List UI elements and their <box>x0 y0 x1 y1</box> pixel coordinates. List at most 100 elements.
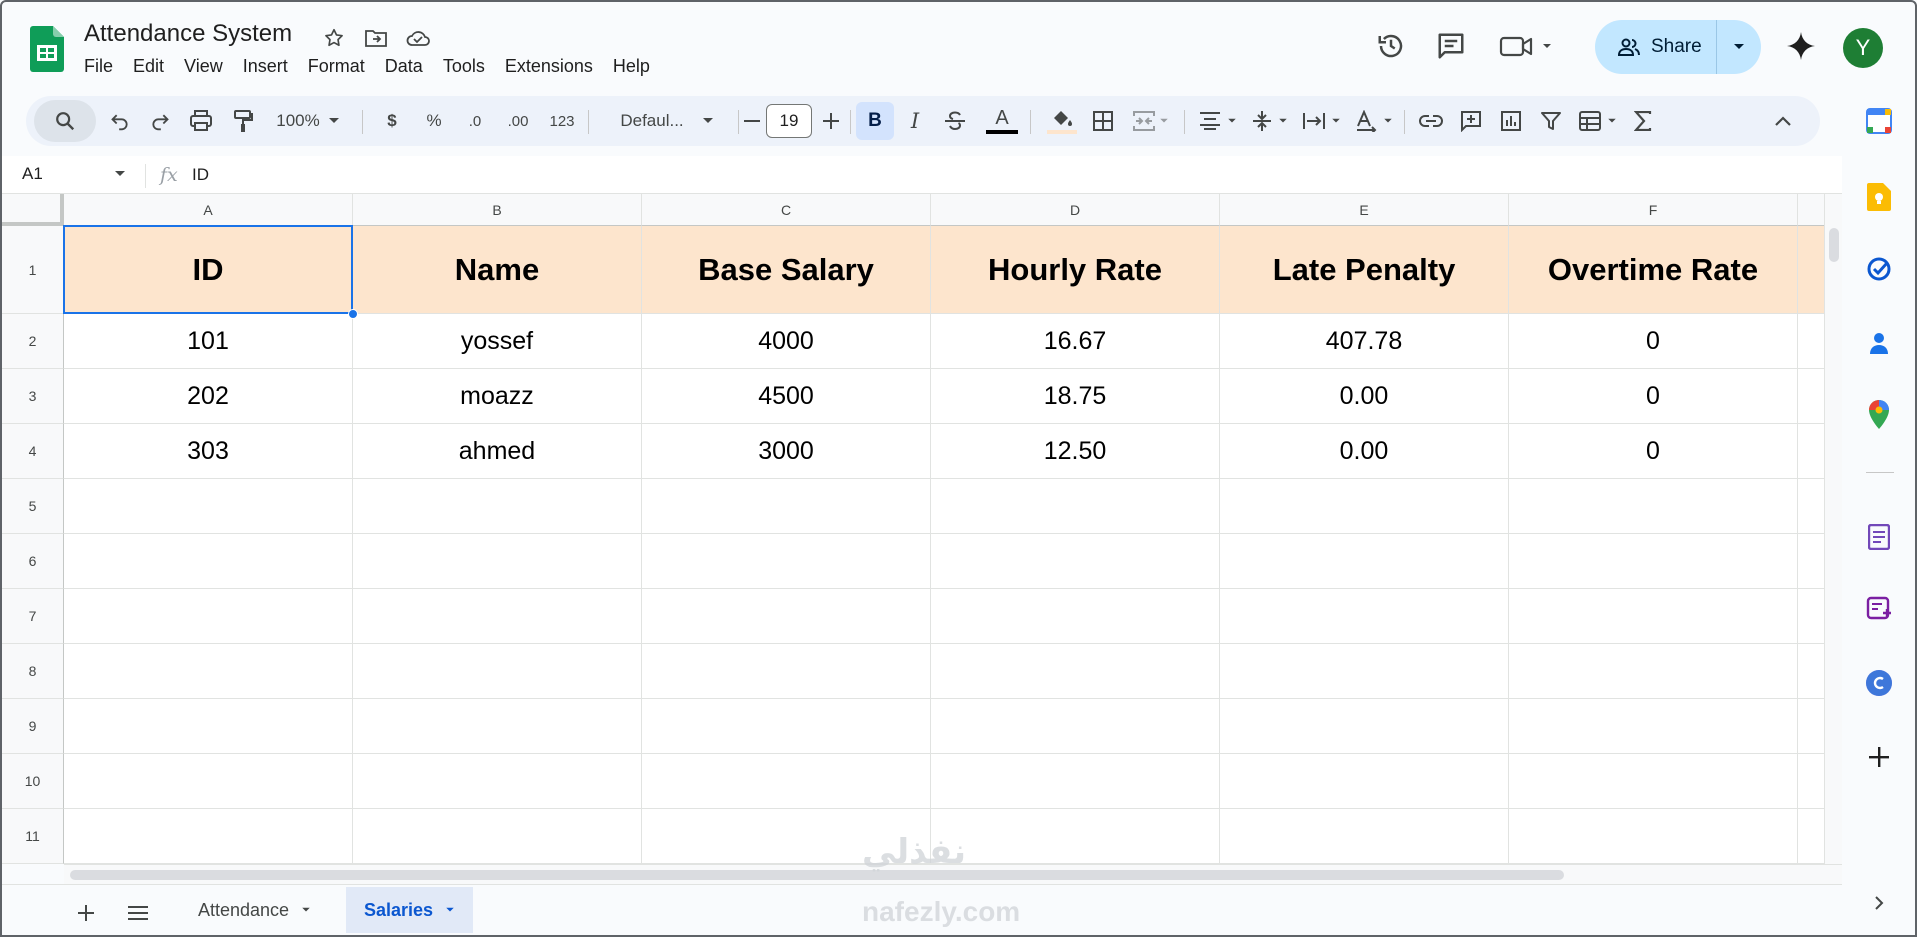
functions-icon[interactable] <box>1626 96 1660 146</box>
decrease-font-size-icon[interactable] <box>740 96 764 146</box>
empty-cell[interactable] <box>1220 809 1509 864</box>
row-header-5[interactable]: 5 <box>2 479 64 534</box>
empty-cell[interactable] <box>1220 644 1509 699</box>
column-header-a[interactable]: A <box>64 194 353 226</box>
keep-icon[interactable] <box>1864 182 1894 212</box>
table-cell[interactable]: 303 <box>64 424 353 479</box>
empty-cell[interactable] <box>642 479 931 534</box>
forms-icon[interactable] <box>1864 522 1894 552</box>
text-rotation-icon[interactable] <box>1350 96 1398 146</box>
table-view-icon[interactable] <box>1574 96 1622 146</box>
font-family-select[interactable]: Defaul... <box>600 96 734 146</box>
merge-cells-icon[interactable] <box>1126 96 1176 146</box>
column-header-c[interactable]: C <box>642 194 931 226</box>
table-cell[interactable]: ahmed <box>353 424 642 479</box>
row-header-2[interactable]: 2 <box>2 314 64 369</box>
empty-cell[interactable] <box>353 699 642 754</box>
fill-color-icon[interactable] <box>1042 96 1082 146</box>
table-cell[interactable]: 0 <box>1509 314 1798 369</box>
column-header-d[interactable]: D <box>931 194 1220 226</box>
table-cell[interactable]: moazz <box>353 369 642 424</box>
insert-link-icon[interactable] <box>1414 96 1448 146</box>
formula-input[interactable]: ID <box>192 165 209 185</box>
vertical-align-icon[interactable] <box>1246 96 1294 146</box>
history-icon[interactable] <box>1375 30 1407 62</box>
insert-chart-icon[interactable] <box>1494 96 1528 146</box>
empty-cell[interactable] <box>931 589 1220 644</box>
decrease-decimal-button[interactable]: .0 <box>458 96 492 146</box>
collapse-toolbar-icon[interactable] <box>1766 96 1800 146</box>
expand-icon[interactable] <box>1864 888 1894 918</box>
empty-cell[interactable] <box>642 589 931 644</box>
empty-cell[interactable] <box>1509 534 1798 589</box>
table-cell[interactable]: 0 <box>1509 369 1798 424</box>
increase-font-size-icon[interactable] <box>816 96 846 146</box>
empty-cell[interactable] <box>64 589 353 644</box>
star-icon[interactable] <box>320 24 348 52</box>
row-header-7[interactable]: 7 <box>2 589 64 644</box>
row-header-4[interactable]: 4 <box>2 424 64 479</box>
table-cell[interactable]: 3000 <box>642 424 931 479</box>
fill-handle[interactable] <box>348 309 358 319</box>
horizontal-scroll-thumb[interactable] <box>70 870 1564 880</box>
menu-format[interactable]: Format <box>298 54 375 79</box>
text-color-button[interactable]: A <box>982 96 1022 146</box>
document-title[interactable]: Attendance System <box>84 20 292 48</box>
empty-cell[interactable] <box>1220 589 1509 644</box>
header-cell[interactable]: Name <box>353 226 642 314</box>
empty-cell[interactable] <box>353 644 642 699</box>
table-cell[interactable]: 0.00 <box>1220 424 1509 479</box>
row-header-1[interactable]: 1 <box>2 226 64 314</box>
maps-icon[interactable] <box>1864 400 1894 430</box>
empty-cell[interactable] <box>931 644 1220 699</box>
appsheet-icon[interactable] <box>1864 594 1894 624</box>
table-cell[interactable]: 18.75 <box>931 369 1220 424</box>
header-cell[interactable]: Late Penalty <box>1220 226 1509 314</box>
menu-file[interactable]: File <box>84 54 123 79</box>
menu-extensions[interactable]: Extensions <box>495 54 603 79</box>
spreadsheet-grid[interactable]: A B C D E F 1 ID Name Base Salary Hourly Rate Late … <box>2 194 1842 864</box>
share-button[interactable]: Share <box>1595 20 1761 74</box>
cloud-saved-icon[interactable] <box>404 24 432 52</box>
chevron-down-icon[interactable] <box>301 907 311 913</box>
menu-tools[interactable]: Tools <box>433 54 495 79</box>
currency-format-button[interactable]: $ <box>376 96 408 146</box>
empty-cell[interactable] <box>1509 699 1798 754</box>
header-cell[interactable]: Base Salary <box>642 226 931 314</box>
more-formats-button[interactable]: 123 <box>542 96 582 146</box>
empty-cell[interactable] <box>353 589 642 644</box>
chevron-down-icon[interactable] <box>114 170 126 178</box>
strikethrough-icon[interactable] <box>938 96 972 146</box>
empty-cell[interactable] <box>64 699 353 754</box>
empty-cell[interactable] <box>353 479 642 534</box>
paint-format-icon[interactable] <box>226 96 260 146</box>
add-icon[interactable] <box>1864 742 1894 772</box>
contacts-icon[interactable] <box>1864 328 1894 358</box>
font-size-input[interactable]: 19 <box>766 104 812 138</box>
avatar[interactable]: Y <box>1843 28 1883 68</box>
row-header-8[interactable]: 8 <box>2 644 64 699</box>
menu-view[interactable]: View <box>174 54 233 79</box>
empty-cell[interactable] <box>64 754 353 809</box>
percent-format-button[interactable]: % <box>418 96 450 146</box>
empty-cell[interactable] <box>931 809 1220 864</box>
row-header-9[interactable]: 9 <box>2 699 64 754</box>
text-wrapping-icon[interactable] <box>1298 96 1346 146</box>
table-cell[interactable]: 202 <box>64 369 353 424</box>
menu-edit[interactable]: Edit <box>123 54 174 79</box>
vertical-scroll-thumb[interactable] <box>1829 228 1839 262</box>
empty-cell[interactable] <box>642 699 931 754</box>
empty-cell[interactable] <box>1220 479 1509 534</box>
empty-cell[interactable] <box>353 534 642 589</box>
empty-cell[interactable] <box>64 479 353 534</box>
meet-icon[interactable] <box>1497 30 1557 62</box>
column-header-e[interactable]: E <box>1220 194 1509 226</box>
chevron-down-icon[interactable] <box>445 907 455 913</box>
empty-cell[interactable] <box>1509 589 1798 644</box>
menu-help[interactable]: Help <box>603 54 660 79</box>
name-box[interactable]: A1 <box>22 164 43 184</box>
empty-cell[interactable] <box>64 644 353 699</box>
menu-data[interactable]: Data <box>375 54 433 79</box>
sheet-tab-attendance[interactable]: Attendance <box>180 887 329 933</box>
empty-cell[interactable] <box>1509 479 1798 534</box>
